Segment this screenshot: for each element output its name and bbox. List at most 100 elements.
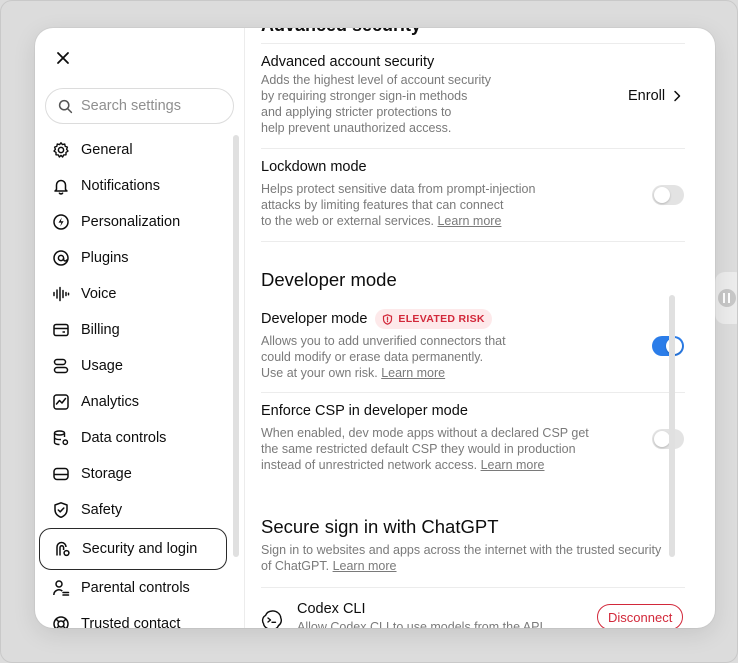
elevated-risk-badge: ELEVATED RISK	[375, 309, 492, 329]
database-gear-icon	[51, 428, 71, 448]
description-line: help prevent unauthorized access.	[261, 121, 452, 135]
sidebar-item-voice[interactable]: Voice	[39, 276, 227, 312]
parental-icon	[51, 578, 71, 598]
description-text: to the web or external services.	[261, 214, 434, 228]
developer-mode-toggle[interactable]	[652, 336, 684, 356]
sidebar-item-label: Storage	[81, 466, 132, 482]
sidebar-item-label: Usage	[81, 358, 123, 374]
description-line: attacks by limiting features that can co…	[261, 198, 504, 212]
enforce-csp-toggle[interactable]	[652, 429, 684, 449]
learn-more-link[interactable]: Learn more	[481, 458, 545, 472]
codex-terminal-icon	[261, 610, 282, 628]
description-line: Use at your own risk. Learn more	[261, 365, 685, 381]
close-icon[interactable]	[56, 51, 70, 65]
sidebar-item-analytics[interactable]: Analytics	[39, 384, 227, 420]
voice-wave-icon	[51, 284, 71, 304]
description-line: When enabled, dev mode apps without a de…	[261, 426, 589, 440]
toggle-knob	[654, 431, 670, 447]
section-title-secure-sign-in: Secure sign in with ChatGPT	[261, 516, 499, 537]
search-settings-field[interactable]	[45, 88, 234, 124]
developer-mode-description: Allows you to add unverified connectors …	[261, 333, 685, 381]
sidebar-item-notifications[interactable]: Notifications	[39, 168, 227, 204]
close-button[interactable]	[51, 46, 75, 70]
sidebar-item-billing[interactable]: Billing	[39, 312, 227, 348]
sidebar-item-trusted-contact[interactable]: Trusted contact	[39, 606, 227, 628]
sidebar-item-label: Data controls	[81, 430, 167, 446]
advanced-account-security-title: Advanced account security	[261, 54, 435, 70]
developer-mode-row: Developer mode ELEVATED RISK Allows you …	[261, 309, 685, 381]
security-icon	[52, 539, 72, 559]
settings-dialog: General Notifications Personalization Pl…	[35, 28, 715, 628]
search-icon	[58, 99, 73, 113]
content-scrollbar[interactable]	[669, 295, 675, 557]
codex-cli-text: Codex CLI Allow Codex CLI to use models …	[297, 601, 543, 628]
codex-cli-description: Allow Codex CLI to use models from the A…	[297, 620, 543, 628]
description-text: instead of unrestricted network access.	[261, 458, 478, 472]
settings-nav: General Notifications Personalization Pl…	[39, 132, 227, 628]
advanced-account-security-description: Adds the highest level of account securi…	[261, 72, 685, 136]
description-line: of ChatGPT. Learn more	[261, 558, 685, 574]
sidebar-item-safety[interactable]: Safety	[39, 492, 227, 528]
description-line: the same restricted default CSP they wou…	[261, 442, 576, 456]
plugins-icon	[51, 248, 71, 268]
badge-label: ELEVATED RISK	[398, 313, 485, 325]
description-line: could modify or erase data permanently.	[261, 350, 484, 364]
usage-icon	[51, 356, 71, 376]
sidebar-item-usage[interactable]: Usage	[39, 348, 227, 384]
description-text: Use at your own risk.	[261, 366, 378, 380]
disconnect-label: Disconnect	[608, 609, 673, 625]
learn-more-link[interactable]: Learn more	[437, 214, 501, 228]
learn-more-link[interactable]: Learn more	[333, 559, 397, 573]
alert-shield-icon	[382, 313, 393, 325]
codex-cli-title: Codex CLI	[297, 601, 366, 617]
sidebar-item-personalization[interactable]: Personalization	[39, 204, 227, 240]
enforce-csp-row: Enforce CSP in developer mode When enabl…	[261, 403, 685, 473]
sidebar-item-label: General	[81, 142, 133, 158]
personalization-icon	[51, 212, 71, 232]
sidebar-item-label: Security and login	[82, 541, 198, 557]
sidebar-scrollbar[interactable]	[233, 135, 239, 557]
search-settings-input[interactable]	[81, 98, 221, 114]
learn-more-link[interactable]: Learn more	[381, 366, 445, 380]
sidebar-item-label: Trusted contact	[81, 616, 181, 628]
sidebar-item-security-and-login[interactable]: Security and login	[39, 528, 227, 570]
enroll-label: Enroll	[628, 88, 666, 104]
sidebar-item-label: Plugins	[81, 250, 129, 266]
description-text: of ChatGPT.	[261, 559, 330, 573]
divider	[261, 241, 685, 242]
lockdown-mode-description: Helps protect sensitive data from prompt…	[261, 181, 685, 229]
section-title-developer-mode: Developer mode	[261, 269, 397, 290]
advanced-account-security-row: Advanced account security Adds the highe…	[261, 54, 685, 136]
sidebar-item-label: Analytics	[81, 394, 140, 410]
description-line: Helps protect sensitive data from prompt…	[261, 182, 536, 196]
divider	[261, 43, 685, 44]
sidebar-item-label: Billing	[81, 322, 120, 338]
sidebar-item-storage[interactable]: Storage	[39, 456, 227, 492]
description-line: instead of unrestricted network access. …	[261, 457, 685, 473]
sidebar-item-label: Notifications	[81, 178, 160, 194]
secure-sign-in-description: Sign in to websites and apps across the …	[261, 542, 685, 574]
enroll-button[interactable]: Enroll	[628, 88, 681, 104]
sidebar-item-label: Voice	[81, 286, 117, 302]
developer-mode-title: Developer mode	[261, 311, 368, 327]
storage-icon	[51, 464, 71, 484]
lockdown-mode-toggle[interactable]	[652, 185, 684, 205]
lockdown-mode-row: Lockdown mode Helps protect sensitive da…	[261, 159, 685, 229]
disconnect-button[interactable]: Disconnect	[597, 604, 684, 628]
chevron-right-icon	[674, 90, 681, 102]
pause-icon[interactable]	[718, 289, 736, 307]
sidebar-item-plugins[interactable]: Plugins	[39, 240, 227, 276]
analytics-icon	[51, 392, 71, 412]
sidebar-item-data-controls[interactable]: Data controls	[39, 420, 227, 456]
bell-icon	[51, 176, 71, 196]
sidebar-item-label: Parental controls	[81, 580, 190, 596]
sidebar-item-general[interactable]: General	[39, 132, 227, 168]
sidebar-item-label: Personalization	[81, 214, 181, 230]
toggle-knob	[654, 187, 670, 203]
gear-icon	[51, 140, 71, 160]
description-line: Sign in to websites and apps across the …	[261, 543, 662, 557]
section-title-advanced-security: Advanced security	[261, 28, 421, 36]
settings-content: Advanced security Advanced account secur…	[245, 28, 715, 628]
sidebar-item-parental-controls[interactable]: Parental controls	[39, 570, 227, 606]
divider	[261, 148, 685, 149]
